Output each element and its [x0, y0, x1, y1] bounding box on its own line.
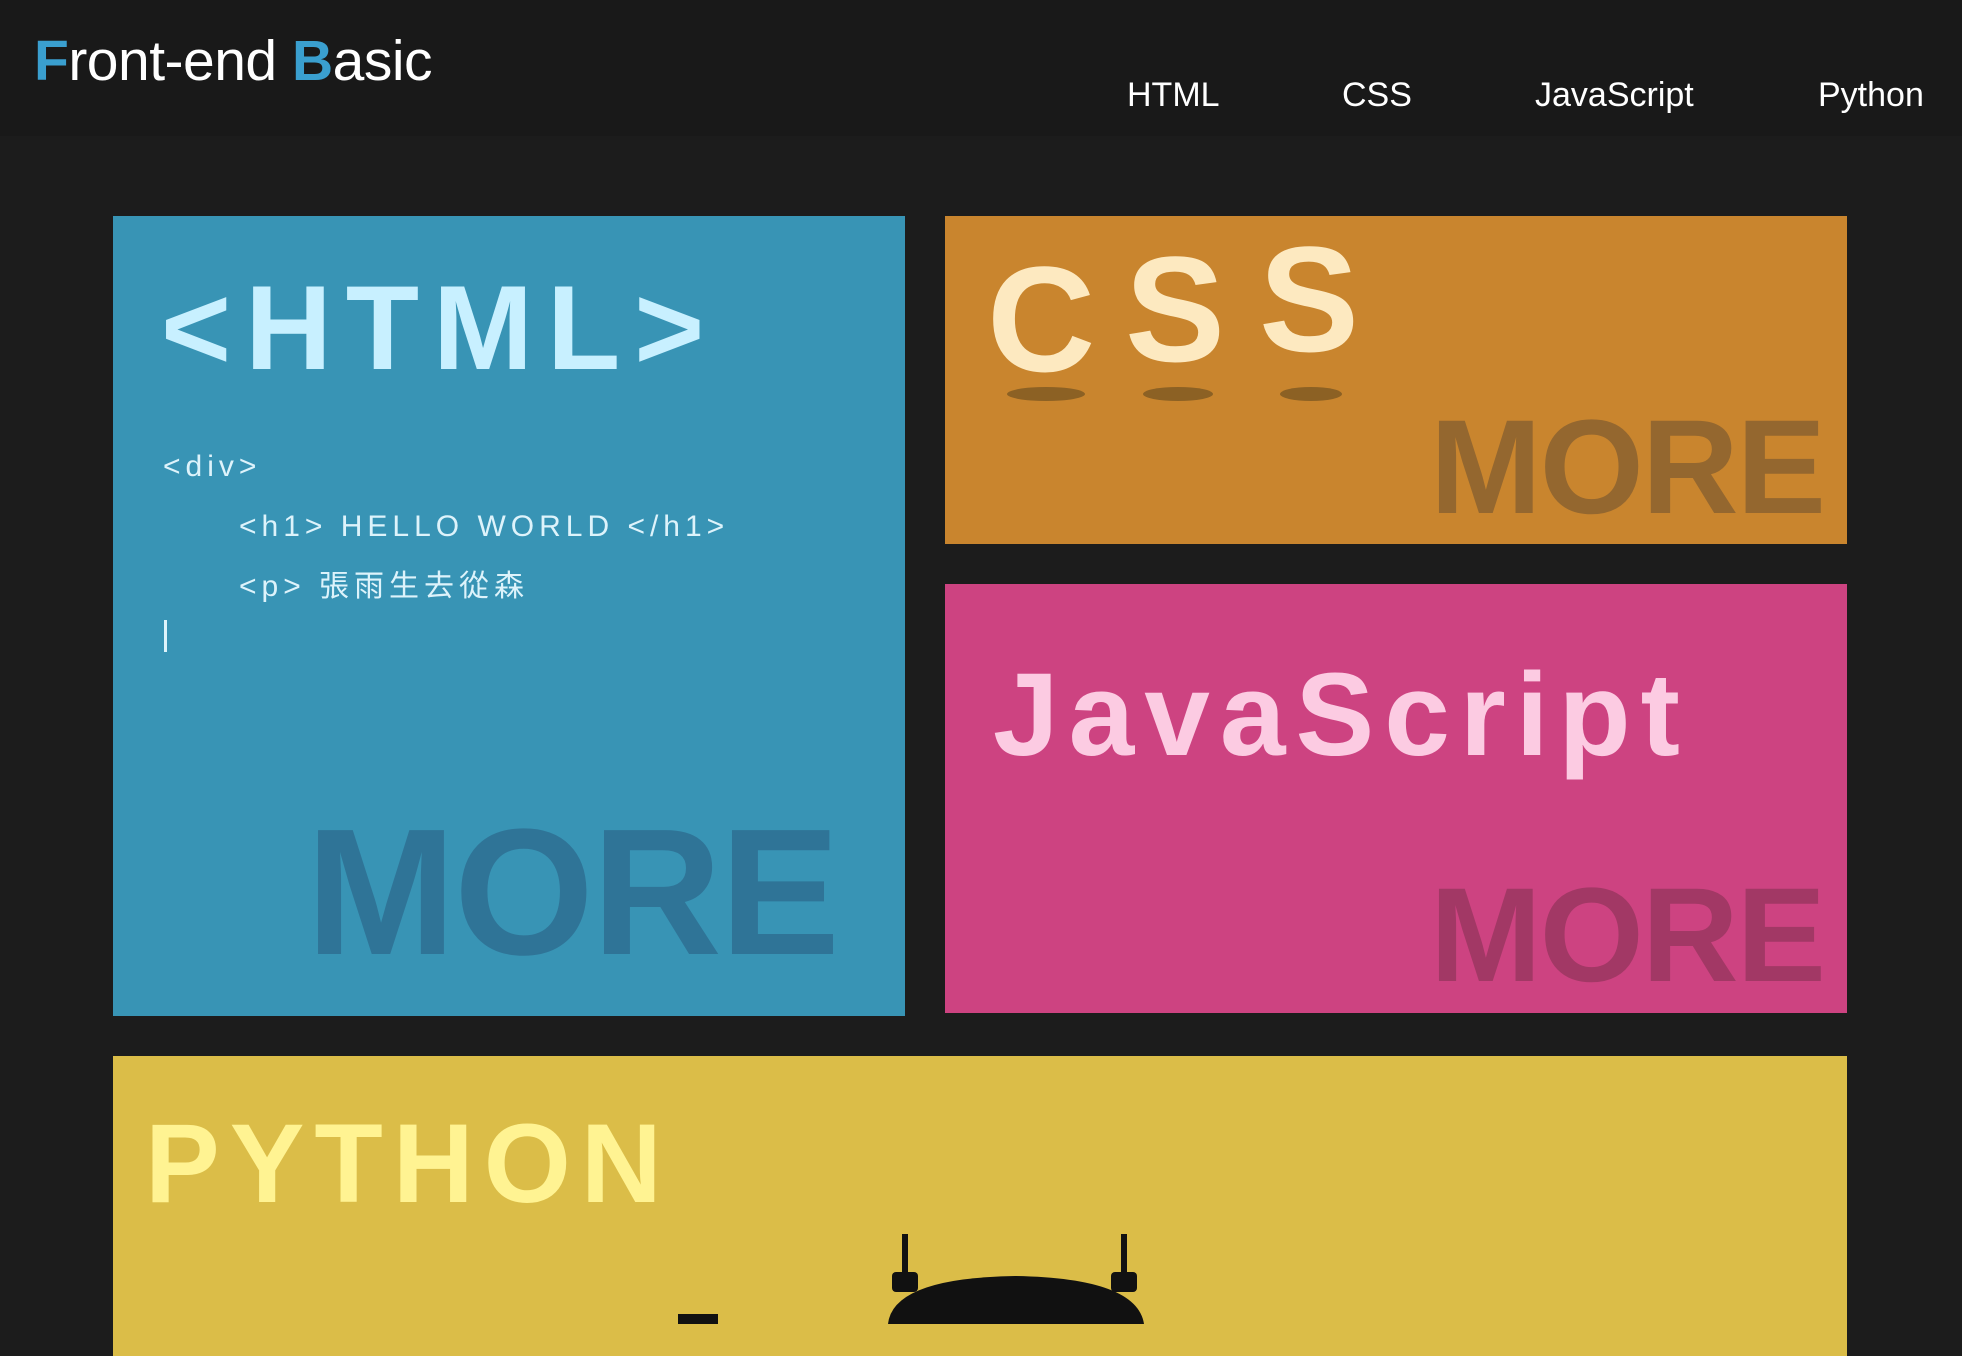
code-line-p: <p> 張雨生去從森	[239, 570, 530, 603]
css-tile[interactable]: C S S MORE	[945, 216, 1847, 544]
python-robot-illustration	[678, 1234, 1144, 1324]
logo-initial-b: B	[291, 29, 333, 93]
nav-html[interactable]: HTML	[1127, 76, 1220, 122]
css-letter-c: C	[987, 235, 1096, 403]
logo-text-front-end: ront-end	[68, 29, 292, 93]
javascript-more-label: MORE	[1430, 861, 1826, 1010]
css-letter-s2: S	[1259, 216, 1360, 383]
code-line-div: <div>	[163, 450, 262, 483]
css-letter-shadow-3	[1280, 387, 1342, 401]
html-tile-title: <HTML>	[161, 261, 719, 395]
text-cursor	[164, 620, 167, 652]
nav-css[interactable]: CSS	[1342, 76, 1412, 122]
logo-text-basic: asic	[332, 29, 433, 93]
code-line-h1: <h1> HELLO WORLD </h1>	[239, 510, 730, 543]
site-logo[interactable]: Front-end Basic	[34, 28, 433, 94]
html-more-label: MORE	[306, 792, 840, 993]
css-letter-s1: S	[1125, 225, 1226, 393]
header: Front-end Basic HTML CSS JavaScript Pyth…	[0, 0, 1962, 136]
logo-initial-f: F	[34, 29, 69, 93]
css-more-label: MORE	[1430, 393, 1826, 542]
javascript-tile[interactable]: JavaScript MORE	[945, 584, 1847, 1013]
javascript-tile-title: JavaScript	[993, 649, 1690, 781]
nav-javascript[interactable]: JavaScript	[1535, 76, 1694, 122]
python-tile[interactable]: PYTHON	[113, 1056, 1847, 1356]
nav-python[interactable]: Python	[1818, 76, 1924, 122]
html-tile[interactable]: <HTML> <div> <h1> HELLO WORLD </h1> <p> …	[113, 216, 905, 1016]
